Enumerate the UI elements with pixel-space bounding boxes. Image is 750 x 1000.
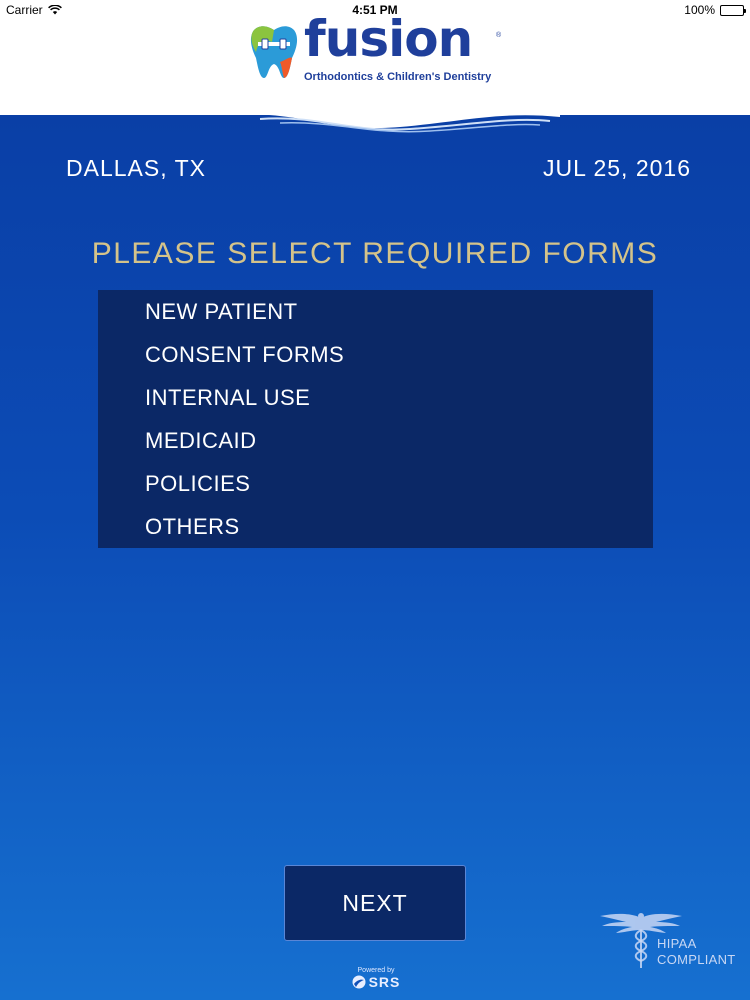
logo-wordmark: fusion — [304, 10, 473, 68]
srs-logo-icon — [352, 975, 366, 989]
hipaa-line-1: HIPAA — [657, 936, 697, 951]
hipaa-badge: HIPAA COMPLIANT — [596, 910, 736, 970]
forms-list: NEW PATIENT CONSENT FORMS INTERNAL USE M… — [98, 290, 653, 548]
hipaa-text: HIPAA COMPLIANT — [657, 936, 736, 968]
form-item-new-patient[interactable]: NEW PATIENT — [98, 290, 653, 333]
battery-percent: 100% — [684, 3, 715, 17]
form-item-policies[interactable]: POLICIES — [98, 462, 653, 505]
next-button[interactable]: NEXT — [284, 865, 466, 941]
forms-title: PLEASE SELECT REQUIRED FORMS — [91, 237, 659, 270]
powered-brand: SRS — [344, 974, 408, 990]
form-item-consent-forms[interactable]: CONSENT FORMS — [98, 333, 653, 376]
srs-brand-text: SRS — [368, 974, 401, 990]
wave-decoration — [240, 115, 560, 133]
status-right: 100% — [684, 3, 746, 17]
form-item-internal-use[interactable]: INTERNAL USE — [98, 376, 653, 419]
hipaa-line-2: COMPLIANT — [657, 952, 736, 967]
form-item-medicaid[interactable]: MEDICAID — [98, 419, 653, 462]
logo-tagline: Orthodontics & Children's Dentistry — [304, 71, 492, 83]
date-label: JUL 25, 2016 — [543, 155, 691, 181]
main-panel: DALLAS, TX JUL 25, 2016 PLEASE SELECT RE… — [0, 115, 750, 1000]
location-label: DALLAS, TX — [66, 155, 206, 181]
form-item-others[interactable]: OTHERS — [98, 505, 653, 548]
logo: fusion ® Orthodontics & Children's Denti… — [246, 14, 506, 90]
powered-by: Powered by SRS — [344, 967, 408, 995]
powered-by-label: Powered by — [357, 967, 395, 974]
header: fusion ® Orthodontics & Children's Denti… — [0, 14, 750, 115]
logo-registered-mark: ® — [496, 32, 502, 39]
battery-icon — [720, 4, 746, 16]
tooth-logo-icon — [250, 26, 298, 78]
